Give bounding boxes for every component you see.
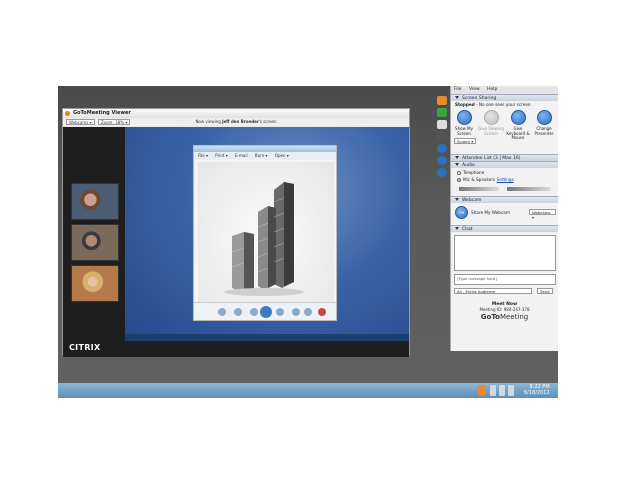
fit-icon[interactable] [234, 308, 242, 316]
share-webcam-label: Share My Webcam [471, 210, 510, 215]
radio-selected-icon [457, 178, 461, 182]
speaker-level-meter [507, 187, 551, 191]
webcam-feed [71, 265, 119, 302]
tray-icon[interactable] [490, 385, 496, 396]
radio-icon [457, 171, 461, 175]
attendee-list-header[interactable]: Attendee List (3 | Max 16) [451, 154, 558, 161]
blue-circle-icon[interactable] [437, 168, 447, 177]
tray-app-icon[interactable] [478, 385, 486, 396]
change-presenter-label: Change Presenter [534, 126, 554, 136]
viewer-title: GoToMeeting Viewer [73, 110, 131, 116]
give-viewing-screen-label: Give Viewing Screen [478, 126, 504, 136]
audio-section: Telephone Mic & Speakers Settings [451, 168, 558, 196]
rotate-right-icon[interactable] [304, 308, 312, 316]
telephone-option[interactable]: Telephone [457, 170, 484, 175]
status-presenter-name: Jeff den Broeder [222, 119, 259, 124]
panel-menubar: File View Help [451, 86, 558, 94]
collapse-triangle-icon [455, 227, 459, 230]
photo-menu-print[interactable]: Print ▾ [215, 153, 227, 158]
webcam-select[interactable]: Webcams ▾ [529, 209, 556, 220]
audio-settings-link[interactable]: Settings [497, 177, 514, 182]
show-my-screen-button[interactable] [457, 110, 472, 125]
photo-menu-file[interactable]: File ▾ [198, 153, 208, 158]
mic-speakers-option[interactable]: Mic & Speakers Settings [457, 177, 514, 182]
collapse-triangle-icon [455, 163, 459, 166]
gotomeeting-logo-icon [65, 111, 70, 116]
monitor-screen: GoToMeeting Viewer Webcams ▾ Zoom: 38% ▾… [58, 86, 558, 398]
viewing-status: Now viewing Jeff den Broeder's screen [63, 118, 409, 126]
webcam-toggle-button[interactable]: Off [455, 206, 468, 219]
gotomeeting-control-panel: File View Help Screen Sharing Stopped - … [450, 86, 558, 351]
orange-tab-icon[interactable] [437, 96, 447, 105]
chat-section: [Type message here] All - Entire Audienc… [451, 232, 558, 300]
gotomeeting-logo: GoToMeeting [480, 313, 529, 321]
rotate-left-icon[interactable] [292, 308, 300, 316]
expand-triangle-icon [455, 156, 459, 159]
photo-menu-burn[interactable]: Burn ▾ [255, 153, 268, 158]
chat-audience-select[interactable]: All - Entire Audience [454, 288, 532, 294]
building-photo [198, 162, 334, 302]
menu-help[interactable]: Help [487, 87, 497, 92]
shared-remote-desktop[interactable]: File ▾ Print ▾ E-mail Burn ▾ Open ▾ [125, 127, 409, 341]
viewer-titlebar: GoToMeeting Viewer [63, 109, 409, 118]
green-tab-icon[interactable] [437, 108, 447, 117]
mic-level-meter [459, 187, 499, 191]
photo-viewer-window[interactable]: File ▾ Print ▾ E-mail Burn ▾ Open ▾ [193, 145, 337, 321]
give-keyboard-mouse-label: Give Keyboard & Mouse [506, 126, 530, 141]
photo-menu-open[interactable]: Open ▾ [275, 153, 289, 158]
chat-send-button[interactable]: Send [537, 288, 553, 294]
viewer-content: CITRIX File ▾ Print ▾ E-mail Burn ▾ Open… [63, 127, 409, 357]
webcam-header[interactable]: Webcam [451, 196, 558, 203]
chat-log[interactable] [454, 235, 556, 271]
next-icon[interactable] [276, 308, 284, 316]
screen-sharing-buttons: Show My Screen Screen ▾ Give Viewing Scr… [451, 108, 558, 154]
zoom-icon[interactable] [218, 308, 226, 316]
screen-sharing-status: Stopped - No one sees your screen [455, 102, 531, 107]
screen-tab-icon[interactable] [437, 120, 447, 129]
menu-file[interactable]: File [454, 87, 462, 92]
status-prefix: Now viewing [195, 119, 221, 124]
webcam-section: Off Share My Webcam Webcams ▾ [451, 203, 558, 225]
webcam-feed [71, 224, 119, 261]
photo-menu-email[interactable]: E-mail [235, 153, 248, 158]
remote-taskbar [125, 334, 409, 341]
give-keyboard-mouse-button[interactable] [511, 110, 526, 125]
camera-tab-icon[interactable] [437, 132, 447, 141]
give-viewing-screen-button [484, 110, 499, 125]
screen-select[interactable]: Screen ▾ [454, 138, 477, 144]
delete-icon[interactable] [318, 308, 326, 316]
network-icon[interactable] [499, 385, 505, 396]
menu-view[interactable]: View [469, 87, 480, 92]
collapse-triangle-icon [455, 96, 459, 99]
slideshow-icon[interactable] [260, 306, 272, 318]
show-my-screen-label: Show My Screen [455, 126, 473, 136]
gotomeeting-viewer-window: GoToMeeting Viewer Webcams ▾ Zoom: 38% ▾… [62, 108, 410, 357]
previous-icon[interactable] [250, 308, 258, 316]
blue-circle-icon[interactable] [437, 144, 447, 153]
taskbar-clock[interactable]: 8:22 PM 6/18/2012 [524, 384, 550, 396]
windows-taskbar: 8:22 PM 6/18/2012 [58, 383, 558, 398]
blue-circle-icon[interactable] [437, 156, 447, 165]
chat-message-input[interactable]: [Type message here] [454, 274, 556, 285]
screen-sharing-header[interactable]: Screen Sharing [451, 94, 558, 101]
webcam-feed [71, 183, 119, 220]
panel-footer: Meet Now Meeting ID: 984-247-378 GoToMee… [451, 300, 558, 321]
meeting-id: Meeting ID: 984-247-378 [479, 307, 530, 312]
collapse-triangle-icon [455, 198, 459, 201]
chat-header[interactable]: Chat [451, 225, 558, 232]
citrix-logo: CITRIX [69, 343, 101, 352]
status-suffix: 's screen [258, 119, 277, 124]
volume-icon[interactable] [508, 385, 514, 396]
change-presenter-button[interactable] [537, 110, 552, 125]
audio-header[interactable]: Audio [451, 161, 558, 168]
panel-icon-strip [437, 96, 449, 186]
photo-viewer-controls [194, 302, 336, 320]
photo-viewer-menu: File ▾ Print ▾ E-mail Burn ▾ Open ▾ [194, 152, 336, 160]
building-render-icon [224, 182, 304, 296]
